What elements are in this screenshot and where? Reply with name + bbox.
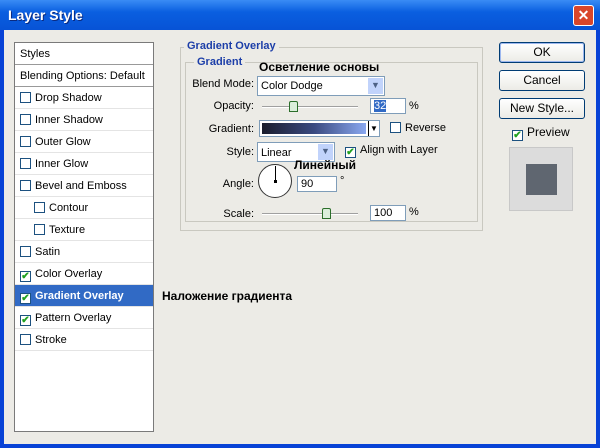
scale-slider[interactable] (262, 208, 358, 219)
checkbox-icon[interactable]: ✔ (20, 271, 31, 282)
blend-mode-select[interactable]: Color Dodge ▼ (257, 76, 385, 96)
ok-button[interactable]: OK (499, 42, 585, 63)
scale-slider-thumb[interactable] (322, 208, 331, 219)
scale-input[interactable]: 100 (370, 205, 406, 221)
title-bar: Layer Style (0, 0, 600, 30)
sidebar-item-label: Drop Shadow (35, 92, 102, 104)
checkbox-icon[interactable] (20, 92, 31, 103)
sidebar-item[interactable]: Styles (15, 43, 153, 65)
checkbox-icon[interactable] (20, 246, 31, 257)
blend-mode-value: Color Dodge (261, 80, 323, 92)
opacity-unit: % (409, 100, 419, 112)
angle-label: Angle: (222, 178, 254, 190)
sidebar-item-label: Inner Shadow (35, 114, 103, 126)
sidebar-item-label: Pattern Overlay (35, 312, 112, 324)
annotation-blend: Осветление основы (259, 60, 380, 74)
scale-label: Scale: (223, 208, 254, 220)
gradient-dropdown-icon[interactable]: ▼ (368, 121, 379, 136)
align-with-layer-checkbox[interactable]: ✔ Align with Layer (345, 144, 438, 158)
cancel-button[interactable]: Cancel (499, 70, 585, 91)
sidebar-item[interactable]: Outer Glow (15, 131, 153, 153)
reverse-checkbox[interactable]: Reverse (390, 122, 446, 134)
annotation-gradient-overlay: Наложение градиента (162, 289, 293, 303)
preview-thumbnail (509, 147, 573, 211)
sidebar-item[interactable]: ✔ Gradient Overlay (15, 285, 153, 307)
sidebar-item[interactable]: Blending Options: Default (15, 65, 153, 87)
annotation-style: Линейный (294, 158, 356, 172)
checkbox-icon[interactable] (20, 334, 31, 345)
style-value: Linear (261, 147, 292, 159)
preview-checkbox[interactable]: ✔ Preview (512, 125, 570, 141)
sidebar-item[interactable]: Drop Shadow (15, 87, 153, 109)
checkbox-icon[interactable] (20, 180, 31, 191)
sidebar-item[interactable]: ✔ Pattern Overlay (15, 307, 153, 329)
gradient-picker[interactable]: ▼ (259, 120, 380, 137)
opacity-slider-thumb[interactable] (288, 101, 298, 112)
sidebar-item-label: Color Overlay (35, 268, 103, 280)
scale-value: 100 (374, 207, 393, 219)
checkbox-icon[interactable] (20, 158, 31, 169)
checkbox-icon[interactable] (34, 202, 45, 213)
sidebar-item-label: Outer Glow (35, 136, 91, 148)
sidebar-item-label: Satin (35, 246, 61, 258)
sidebar-item[interactable]: Satin (15, 241, 153, 263)
sidebar-item-label: Styles (20, 48, 50, 60)
checkbox-icon: ✔ (512, 130, 523, 141)
checkbox-icon[interactable] (20, 114, 31, 125)
preview-swatch (526, 164, 557, 195)
new-style-button[interactable]: New Style... (499, 98, 585, 119)
sidebar-item-label: Inner Glow (35, 158, 89, 170)
angle-unit: ° (340, 175, 345, 187)
window-title: Layer Style (8, 7, 83, 23)
angle-dial[interactable] (258, 164, 292, 198)
checkbox-icon[interactable] (20, 136, 31, 147)
close-button[interactable]: ✕ (573, 5, 594, 26)
sidebar-item[interactable]: Inner Shadow (15, 109, 153, 131)
preview-label: Preview (527, 125, 570, 139)
gradient-swatch (262, 123, 366, 134)
checkbox-icon[interactable]: ✔ (20, 315, 31, 326)
sidebar-item[interactable]: Bevel and Emboss (15, 175, 153, 197)
sidebar-item[interactable]: Texture (15, 219, 153, 241)
scale-unit: % (409, 206, 419, 218)
checkbox-icon: ✔ (345, 147, 356, 158)
align-label: Align with Layer (360, 144, 438, 156)
opacity-slider[interactable] (262, 101, 358, 112)
checkbox-icon[interactable]: ✔ (20, 293, 31, 304)
sidebar-item[interactable]: Stroke (15, 329, 153, 351)
sidebar-item-label: Stroke (35, 334, 67, 346)
layer-style-dialog: Layer Style ✕ Styles Blending Options: De… (0, 0, 600, 448)
sidebar-item[interactable]: Contour (15, 197, 153, 219)
sidebar-item[interactable]: ✔ Color Overlay (15, 263, 153, 285)
opacity-label: Opacity: (213, 100, 254, 112)
sidebar-item-label: Contour (49, 202, 89, 214)
checkbox-icon[interactable] (34, 224, 45, 235)
panel-title: Gradient Overlay (184, 40, 279, 52)
sidebar-item-label: Bevel and Emboss (35, 180, 127, 192)
sidebar-item-label: Texture (49, 224, 86, 236)
sidebar-item[interactable]: Inner Glow (15, 153, 153, 175)
angle-value: 90 (301, 178, 314, 190)
sidebar-item-label: Blending Options: Default (20, 70, 145, 82)
opacity-input[interactable]: 32 (370, 98, 406, 114)
reverse-label: Reverse (405, 122, 446, 134)
blend-mode-label: Blend Mode: (192, 78, 254, 90)
gradient-label: Gradient: (208, 123, 254, 135)
styles-list: Styles Blending Options: Default Drop Shad… (14, 42, 154, 432)
checkbox-icon (390, 122, 401, 133)
opacity-value: 32 (374, 100, 387, 112)
dialog-body: Styles Blending Options: Default Drop Shad… (4, 30, 596, 444)
angle-input[interactable]: 90 (297, 176, 337, 192)
sidebar-item-label: Gradient Overlay (35, 290, 124, 302)
chevron-down-icon: ▼ (368, 78, 383, 94)
style-label: Style: (226, 146, 254, 158)
group-title: Gradient (194, 56, 246, 68)
